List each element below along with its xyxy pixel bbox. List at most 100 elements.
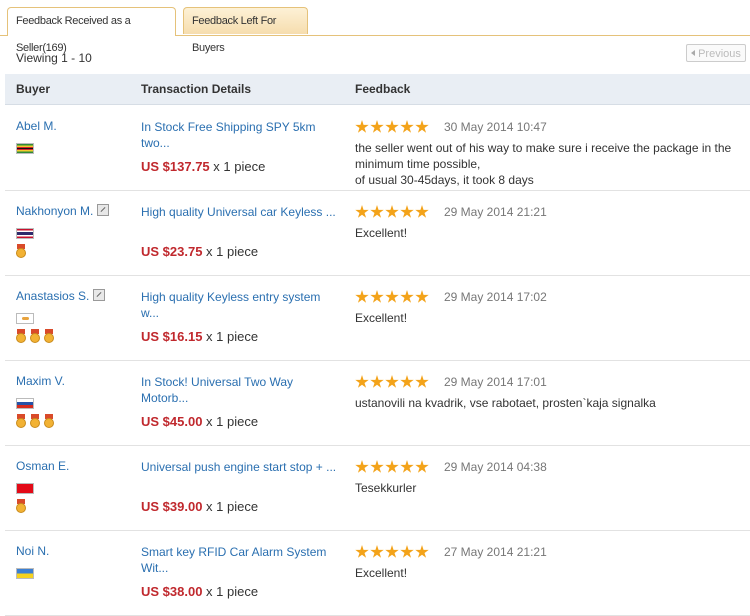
- zimbabwe-flag-icon: [16, 143, 34, 154]
- price-amount: US $16.15: [141, 329, 203, 344]
- price-amount: US $23.75: [141, 244, 203, 259]
- feedback-tabs: Feedback Received as a Seller(169) Feedb…: [0, 0, 750, 54]
- star-icon: [400, 205, 414, 218]
- rating-stars: [355, 205, 430, 219]
- star-icon: [370, 290, 384, 303]
- table-header: Buyer Transaction Details Feedback: [5, 74, 750, 105]
- buyer-name-text[interactable]: Osman E.: [16, 459, 69, 473]
- star-icon: [370, 120, 384, 133]
- transaction-item-link[interactable]: High quality Keyless entry system w...: [141, 289, 339, 321]
- profile-link-icon[interactable]: [93, 289, 106, 301]
- price-amount: US $39.00: [141, 499, 203, 514]
- transaction-price: US $45.00 x 1 piece: [141, 414, 258, 429]
- star-icon: [385, 290, 399, 303]
- buyer-name[interactable]: Osman E.: [16, 459, 69, 473]
- previous-button[interactable]: Previous: [686, 44, 746, 62]
- transaction-item-link[interactable]: Universal push engine start stop + ...: [141, 459, 339, 475]
- buyer-name-text[interactable]: Anastasios S.: [16, 289, 89, 303]
- transaction-item-link[interactable]: Smart key RFID Car Alarm System Wit...: [141, 544, 339, 576]
- buyer-medals: [16, 499, 30, 515]
- feedback-comment: Excellent!: [355, 311, 408, 325]
- medal-icon: [16, 329, 26, 343]
- price-amount: US $45.00: [141, 414, 203, 429]
- buyer-name[interactable]: Nakhonyon M.: [16, 204, 110, 218]
- buyer-name[interactable]: Noi N.: [16, 544, 49, 558]
- star-icon: [415, 375, 429, 388]
- star-icon: [355, 120, 369, 133]
- star-icon: [370, 375, 384, 388]
- column-header-buyer: Buyer: [16, 82, 51, 96]
- price-quantity: x 1 piece: [202, 329, 259, 344]
- buyer-name-text[interactable]: Noi N.: [16, 544, 49, 558]
- feedback-comment: Excellent!: [355, 226, 408, 240]
- previous-label: Previous: [698, 48, 741, 60]
- star-icon: [355, 545, 369, 558]
- table-row: Osman E. Universal push engine start sto…: [5, 445, 750, 531]
- star-icon: [400, 120, 414, 133]
- thailand-flag-icon: [16, 228, 34, 239]
- price-quantity: x 1 piece: [209, 159, 266, 174]
- star-icon: [355, 290, 369, 303]
- star-icon: [355, 375, 369, 388]
- tab-feedback-left[interactable]: Feedback Left For Buyers: [183, 7, 308, 54]
- feedback-comment: ustanovili na kvadrik, vse rabotaet, pro…: [355, 396, 656, 410]
- star-icon: [385, 460, 399, 473]
- feedback-comment: Tesekkurler: [355, 481, 417, 495]
- table-row: Anastasios S. High quality Keyless entry…: [5, 275, 750, 361]
- buyer-name-text[interactable]: Abel M.: [16, 119, 57, 133]
- star-icon: [370, 205, 384, 218]
- star-icon: [385, 205, 399, 218]
- buyer-name[interactable]: Maxim V.: [16, 374, 65, 388]
- buyer-name[interactable]: Abel M.: [16, 119, 57, 133]
- profile-link-icon[interactable]: [97, 204, 110, 216]
- buyer-name[interactable]: Anastasios S.: [16, 289, 106, 303]
- chevron-left-icon: [691, 50, 696, 56]
- table-row: Maxim V. In Stock! Universal Two Way Mot…: [5, 360, 750, 446]
- rating-stars: [355, 290, 430, 304]
- price-quantity: x 1 piece: [202, 584, 259, 599]
- star-icon: [415, 290, 429, 303]
- feedback-date: 29 May 2014 17:01: [444, 375, 547, 389]
- buyer-name-text[interactable]: Nakhonyon M.: [16, 204, 93, 218]
- price-quantity: x 1 piece: [202, 499, 259, 514]
- medal-icon: [16, 244, 26, 258]
- transaction-price: US $39.00 x 1 piece: [141, 499, 258, 514]
- rating-stars: [355, 375, 430, 389]
- feedback-comment: the seller went out of his way to make s…: [355, 141, 732, 187]
- feedback-date: 29 May 2014 21:21: [444, 205, 547, 219]
- transaction-price: US $16.15 x 1 piece: [141, 329, 258, 344]
- buyer-medals: [16, 329, 58, 345]
- cyprus-flag-icon: [16, 313, 34, 324]
- feedback-date: 29 May 2014 04:38: [444, 460, 547, 474]
- price-amount: US $137.75: [141, 159, 210, 174]
- transaction-item-link[interactable]: In Stock! Universal Two Way Motorb...: [141, 374, 339, 406]
- star-icon: [415, 460, 429, 473]
- star-icon: [400, 290, 414, 303]
- transaction-item-link[interactable]: High quality Universal car Keyless ...: [141, 204, 339, 220]
- feedback-date: 27 May 2014 21:21: [444, 545, 547, 559]
- transaction-item-link[interactable]: In Stock Free Shipping SPY 5km two...: [141, 119, 339, 151]
- price-quantity: x 1 piece: [202, 414, 259, 429]
- table-row: Abel M. In Stock Free Shipping SPY 5km t…: [5, 105, 750, 191]
- turkey-flag-icon: [16, 483, 34, 494]
- tab-feedback-received[interactable]: Feedback Received as a Seller(169): [7, 7, 176, 54]
- column-header-feedback: Feedback: [355, 82, 411, 96]
- rating-stars: [355, 460, 430, 474]
- transaction-price: US $137.75 x 1 piece: [141, 159, 265, 174]
- star-icon: [385, 375, 399, 388]
- price-amount: US $38.00: [141, 584, 203, 599]
- feedback-date: 29 May 2014 17:02: [444, 290, 547, 304]
- medal-icon: [30, 329, 40, 343]
- medal-icon: [16, 499, 26, 513]
- star-icon: [355, 205, 369, 218]
- ukraine-flag-icon: [16, 568, 34, 579]
- rating-stars: [355, 545, 430, 559]
- price-quantity: x 1 piece: [202, 244, 259, 259]
- medal-icon: [16, 414, 26, 428]
- buyer-name-text[interactable]: Maxim V.: [16, 374, 65, 388]
- feedback-date: 30 May 2014 10:47: [444, 120, 547, 134]
- viewing-range: Viewing 1 - 10: [16, 51, 92, 65]
- star-icon: [415, 205, 429, 218]
- star-icon: [370, 545, 384, 558]
- medal-icon: [44, 414, 54, 428]
